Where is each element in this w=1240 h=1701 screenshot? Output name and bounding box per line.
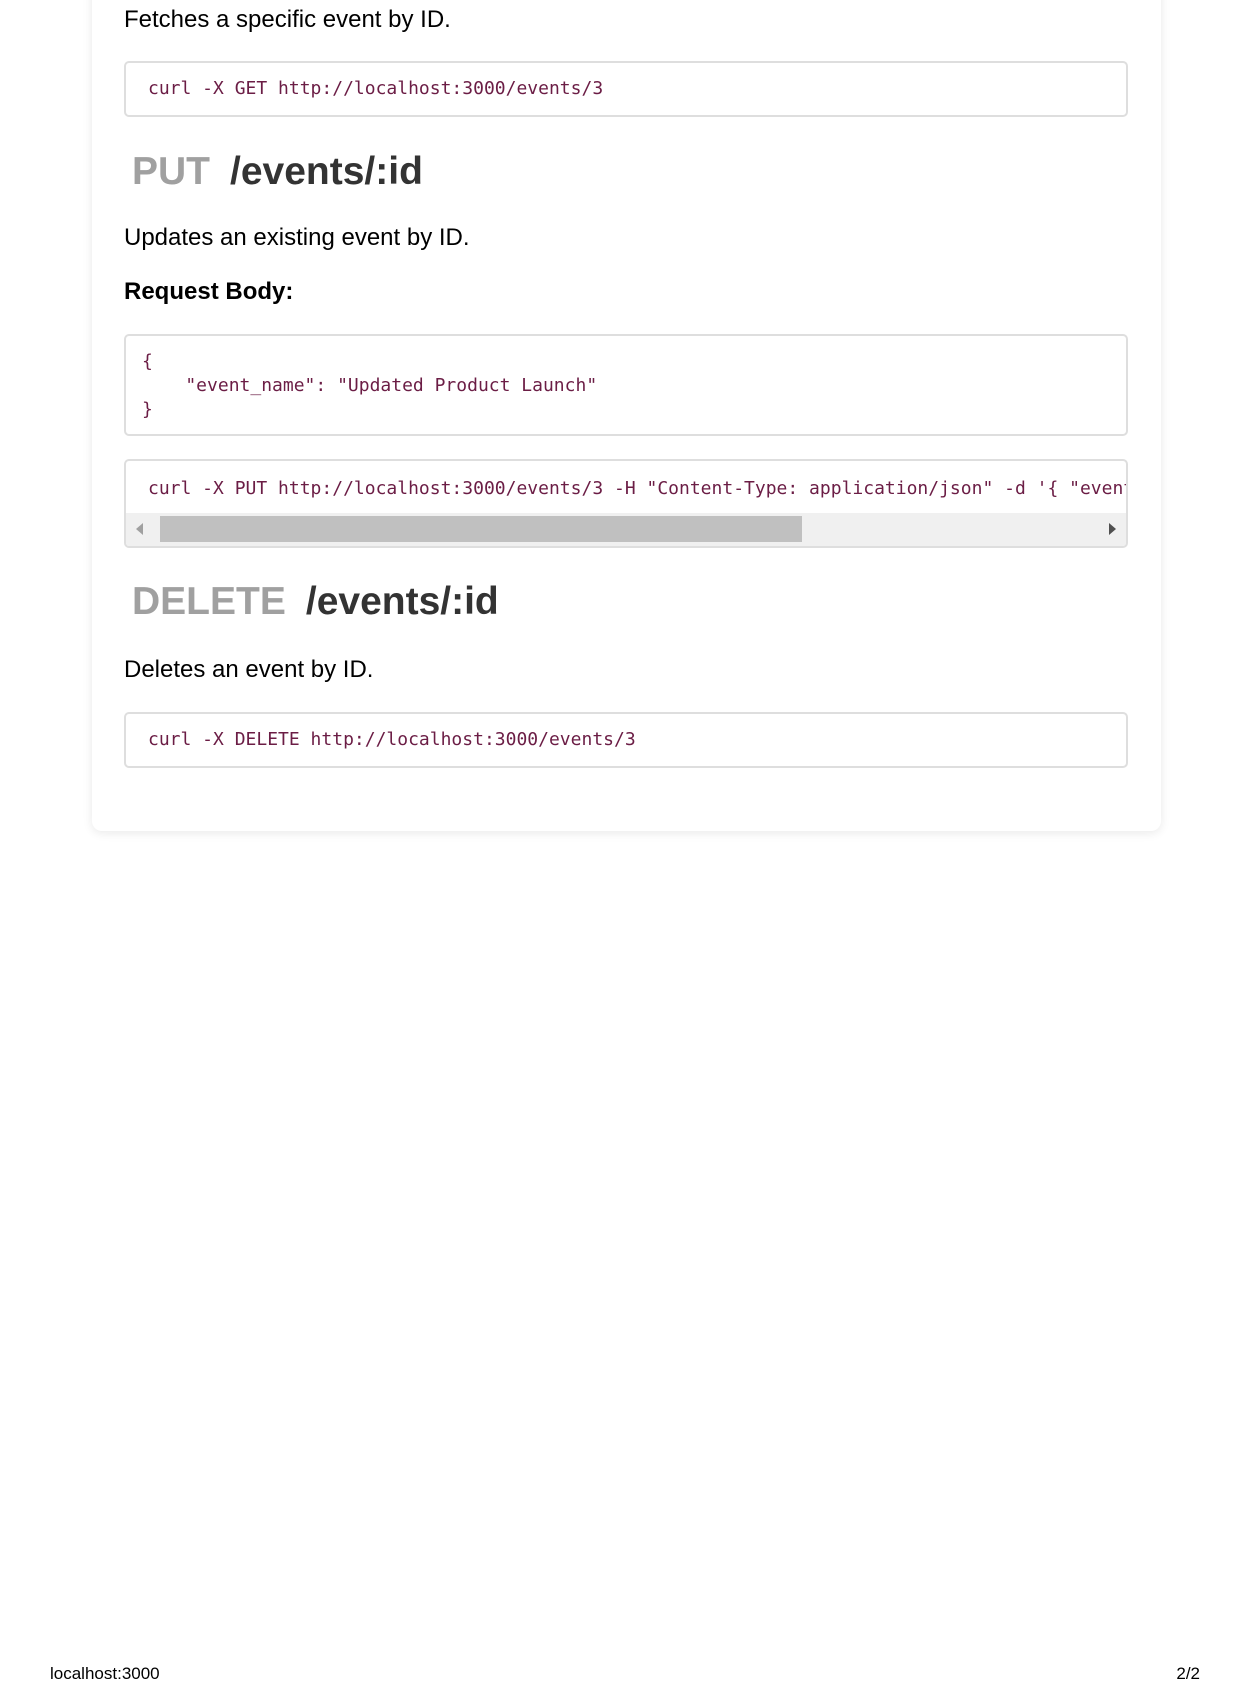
scroll-right-icon[interactable] xyxy=(1109,523,1116,535)
delete-path: /events/:id xyxy=(305,580,499,623)
request-body-code: { "event_name": "Updated Product Launch"… xyxy=(142,351,598,420)
horizontal-scrollbar[interactable] xyxy=(126,513,1126,546)
delete-method: DELETE xyxy=(132,580,286,623)
scrollbar-thumb[interactable] xyxy=(160,516,802,542)
footer-url: localhost:3000 xyxy=(50,1664,160,1683)
put-description: Updates an existing event by ID. xyxy=(124,224,470,251)
put-method: PUT xyxy=(132,150,210,193)
footer-page-number: 2/2 xyxy=(1176,1664,1200,1683)
delete-curl-code: curl -X DELETE http://localhost:3000/eve… xyxy=(148,729,636,750)
delete-heading: DELETE/events/:id xyxy=(132,580,499,624)
put-curl-code: curl -X PUT http://localhost:3000/events… xyxy=(148,478,1128,499)
put-path: /events/:id xyxy=(230,150,423,193)
get-curl-block: curl -X GET http://localhost:3000/events… xyxy=(124,61,1128,117)
get-description: Fetches a specific event by ID. xyxy=(124,6,451,33)
get-curl-code: curl -X GET http://localhost:3000/events… xyxy=(148,78,604,99)
request-body-label: Request Body: xyxy=(124,278,294,305)
delete-description: Deletes an event by ID. xyxy=(124,656,374,683)
put-heading: PUT/events/:id xyxy=(132,150,423,194)
put-curl-block[interactable]: curl -X PUT http://localhost:3000/events… xyxy=(124,459,1128,548)
request-body-block: { "event_name": "Updated Product Launch"… xyxy=(124,334,1128,436)
delete-curl-block: curl -X DELETE http://localhost:3000/eve… xyxy=(124,712,1128,768)
scroll-left-icon[interactable] xyxy=(136,523,143,535)
